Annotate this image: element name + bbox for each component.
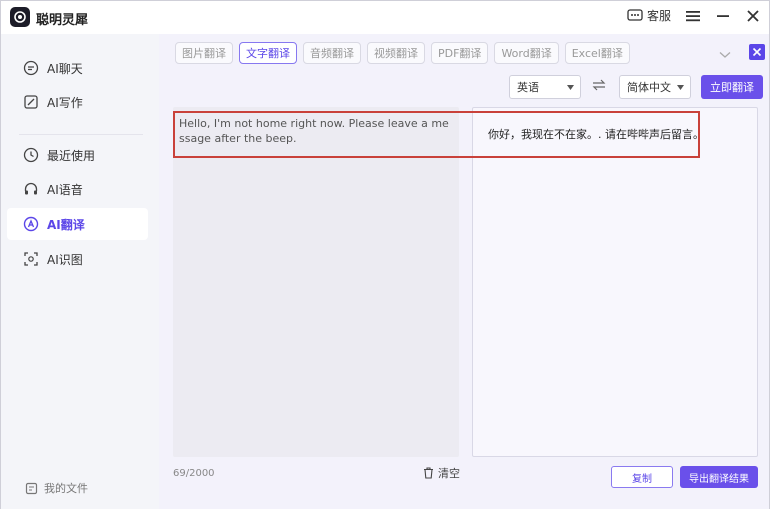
close-icon xyxy=(752,47,762,57)
pen-icon xyxy=(24,95,38,109)
menu-icon xyxy=(686,10,700,21)
export-result-button[interactable]: 导出翻译结果 xyxy=(680,466,758,488)
tab-video-translate[interactable]: 视频翻译 xyxy=(367,42,425,64)
trash-icon xyxy=(424,467,433,479)
sidebar-item-ai-voice[interactable]: AI语音 xyxy=(7,173,148,205)
translate-icon xyxy=(23,216,39,232)
source-text-area[interactable] xyxy=(173,107,459,457)
source-text: Hello, I'm not home right now. Please le… xyxy=(179,117,449,145)
sidebar-item-ai-chat[interactable]: AI聊天 xyxy=(7,52,148,84)
sidebar-item-label: AI语音 xyxy=(47,182,83,197)
close-button[interactable] xyxy=(745,8,761,24)
sidebar-item-label: AI翻译 xyxy=(47,217,85,232)
close-panel-button[interactable] xyxy=(749,44,765,60)
tab-audio-translate[interactable]: 音频翻译 xyxy=(303,42,361,64)
headphone-icon xyxy=(24,182,38,195)
tab-excel-translate[interactable]: Excel翻译 xyxy=(564,42,630,64)
sidebar-item-label: 最近使用 xyxy=(47,148,96,163)
copy-button[interactable]: 复制 xyxy=(611,466,673,488)
sidebar-item-label: AI识图 xyxy=(47,252,83,267)
sidebar-item-ai-writing[interactable]: AI写作 xyxy=(7,86,148,118)
sidebar-item-ai-translate[interactable]: AI翻译 xyxy=(7,208,148,240)
tab-image-translate[interactable]: 图片翻译 xyxy=(175,42,233,64)
tabs-expand-button[interactable] xyxy=(719,48,731,62)
translate-now-button[interactable]: 立即翻译 xyxy=(701,75,763,99)
minimize-icon xyxy=(717,14,729,17)
minimize-button[interactable] xyxy=(715,8,731,24)
sidebar-item-label: AI写作 xyxy=(47,95,83,110)
history-icon xyxy=(23,147,39,163)
source-language-select[interactable]: 英语 xyxy=(509,75,581,99)
caret-down-icon xyxy=(567,85,574,90)
file-icon xyxy=(25,482,38,494)
target-language-value: 简体中文 xyxy=(627,81,671,94)
main-panel: 图片翻译 文字翻译 音频翻译 视频翻译 PDF翻译 Word翻译 Excel翻译… xyxy=(159,34,769,509)
service-label: 客服 xyxy=(646,9,671,23)
target-text-area xyxy=(472,107,758,457)
scan-icon xyxy=(24,252,38,266)
clear-button[interactable]: 清空 xyxy=(423,465,460,481)
sidebar-divider xyxy=(19,134,143,135)
source-language-value: 英语 xyxy=(517,81,539,94)
sidebar-item-label: AI聊天 xyxy=(47,61,83,76)
tab-word-translate[interactable]: Word翻译 xyxy=(494,42,559,64)
swap-language-button[interactable] xyxy=(592,79,606,95)
target-text: 你好，我现在不在家。. 请在哔哔声后留言。 xyxy=(488,128,704,141)
my-files-label: 我的文件 xyxy=(44,482,88,495)
close-icon xyxy=(747,9,759,22)
app-title: 聪明灵犀 xyxy=(36,13,89,28)
my-files-link[interactable]: 我的文件 xyxy=(25,480,88,496)
title-bar: 聪明灵犀 客服 xyxy=(1,1,769,34)
sidebar: AI聊天 AI写作 最近使用 AI语音 AI翻译 AI识图 我的文件 xyxy=(1,34,159,509)
menu-button[interactable] xyxy=(685,8,701,24)
tab-pdf-translate[interactable]: PDF翻译 xyxy=(431,42,489,64)
tab-text-translate[interactable]: 文字翻译 xyxy=(239,42,297,64)
app-logo xyxy=(10,7,30,27)
chat-icon xyxy=(23,60,39,76)
sidebar-item-recent[interactable]: 最近使用 xyxy=(7,139,148,171)
swap-icon xyxy=(592,79,606,91)
chevron-down-icon xyxy=(719,52,731,58)
char-count: 69/2000 xyxy=(173,468,215,479)
message-icon xyxy=(627,8,643,21)
translate-tabs: 图片翻译 文字翻译 音频翻译 视频翻译 PDF翻译 Word翻译 Excel翻译 xyxy=(175,42,630,64)
caret-down-icon xyxy=(677,85,684,90)
customer-service-button[interactable]: 客服 xyxy=(627,7,671,24)
target-language-select[interactable]: 简体中文 xyxy=(619,75,691,99)
clear-label: 清空 xyxy=(438,467,460,480)
sidebar-item-ai-image[interactable]: AI识图 xyxy=(7,243,148,275)
